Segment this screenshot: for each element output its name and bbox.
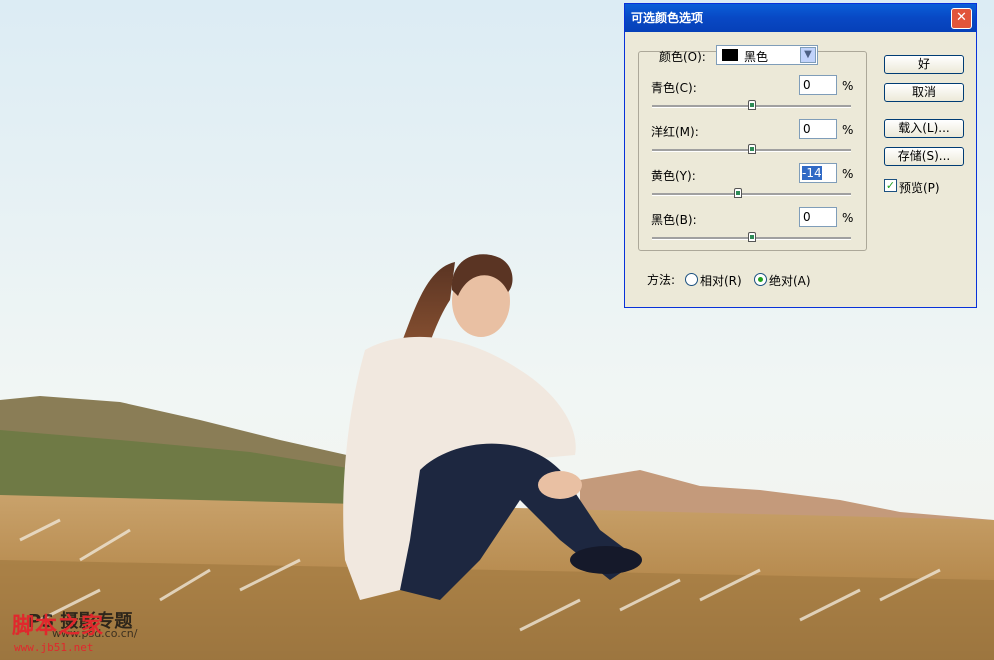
dialog-titlebar[interactable]: 可选颜色选项 ✕ — [625, 4, 976, 32]
close-icon: ✕ — [956, 10, 967, 25]
magenta-percent: % — [842, 123, 854, 137]
yellow-input-selection: -14 — [802, 166, 822, 180]
magenta-slider-thumb[interactable] — [747, 144, 756, 154]
color-swatch — [722, 49, 738, 61]
cyan-label: 青色(C): — [651, 81, 697, 95]
method-relative-label: 相对(R) — [700, 274, 742, 288]
preview-checkbox[interactable]: ✓ — [884, 179, 897, 192]
yellow-input[interactable]: -14 — [799, 163, 837, 183]
preview-label: 预览(P) — [899, 181, 940, 195]
save-button[interactable]: 存储(S)... — [884, 147, 964, 166]
yellow-slider-track[interactable] — [652, 193, 851, 196]
black-slider-thumb[interactable] — [747, 232, 756, 242]
colors-select-value: 黑色 — [744, 50, 769, 64]
selective-color-dialog: 可选颜色选项 ✕ 颜色(O): 黑色 ▼ 青色(C): 0 % 洋红(M): 0… — [624, 3, 977, 308]
checkmark-icon: ✓ — [885, 179, 896, 192]
dialog-title: 可选颜色选项 — [631, 11, 704, 25]
ok-button[interactable]: 好 — [884, 55, 964, 74]
cancel-button[interactable]: 取消 — [884, 83, 964, 102]
method-label: 方法: — [647, 273, 676, 287]
black-input[interactable]: 0 — [799, 207, 837, 227]
black-percent: % — [842, 211, 854, 225]
black-label: 黑色(B): — [651, 213, 697, 227]
close-button[interactable]: ✕ — [951, 8, 972, 29]
method-absolute-radio[interactable] — [754, 273, 767, 286]
yellow-percent: % — [842, 167, 854, 181]
cyan-percent: % — [842, 79, 854, 93]
cyan-slider-thumb[interactable] — [747, 100, 756, 110]
yellow-label: 黄色(Y): — [651, 169, 696, 183]
colors-select[interactable]: 黑色 ▼ — [716, 45, 818, 65]
method-relative-radio[interactable] — [685, 273, 698, 286]
yellow-slider-thumb[interactable] — [733, 188, 742, 198]
colors-label: 颜色(O): — [659, 50, 706, 64]
site-watermark: 脚本之家 — [12, 613, 105, 639]
site-watermark-url: www.jb51.net — [14, 641, 94, 654]
magenta-input[interactable]: 0 — [799, 119, 837, 139]
cyan-input[interactable]: 0 — [799, 75, 837, 95]
method-absolute-label: 绝对(A) — [769, 274, 811, 288]
load-button[interactable]: 载入(L)... — [884, 119, 964, 138]
magenta-label: 洋红(M): — [651, 125, 699, 139]
chevron-down-icon[interactable]: ▼ — [800, 47, 816, 63]
